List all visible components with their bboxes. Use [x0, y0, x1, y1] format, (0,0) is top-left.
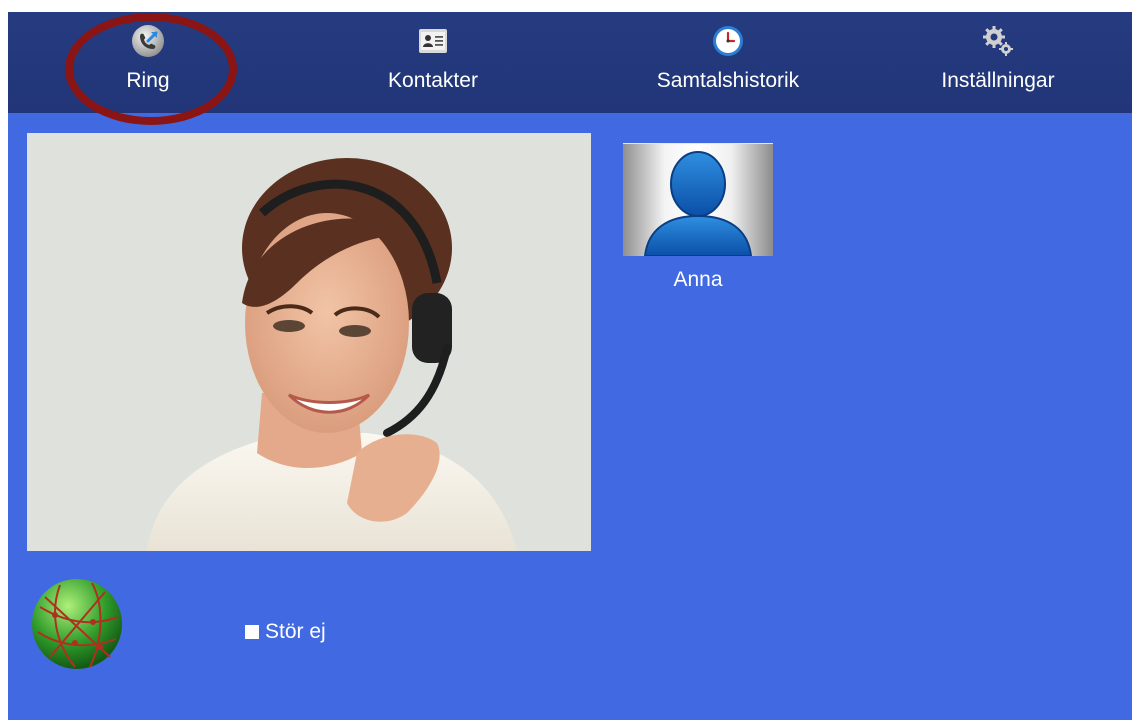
- app-window: Ring Kontakter Samtalshistorik Inställni…: [8, 12, 1132, 720]
- address-card-icon: [416, 24, 450, 58]
- contact-name: Anna: [673, 268, 723, 291]
- dnd-label: Stör ej: [265, 620, 326, 643]
- clock-icon: [711, 24, 745, 58]
- gears-icon: [981, 24, 1015, 58]
- nav-label-installningar: Inställningar: [941, 69, 1055, 92]
- nav-item-samtalshistorik[interactable]: Samtalshistorik: [628, 12, 828, 113]
- dnd-checkbox[interactable]: [245, 625, 259, 639]
- top-navigation-bar: Ring Kontakter Samtalshistorik Inställni…: [8, 12, 1132, 125]
- globe-icon: [30, 577, 124, 671]
- nav-item-kontakter[interactable]: Kontakter: [363, 12, 503, 113]
- nav-item-ring[interactable]: Ring: [88, 12, 208, 113]
- nav-label-ring: Ring: [126, 69, 170, 92]
- nav-label-samtalshistorik: Samtalshistorik: [656, 69, 800, 92]
- nav-label-kontakter: Kontakter: [388, 69, 478, 92]
- avatar: [623, 143, 773, 256]
- phone-call-icon: [131, 24, 165, 58]
- do-not-disturb-toggle[interactable]: Stör ej: [245, 620, 326, 644]
- contact-card-anna[interactable]: Anna: [623, 143, 773, 292]
- video-feed-woman-headset: [27, 133, 591, 551]
- video-feed: [27, 133, 591, 551]
- nav-item-installningar[interactable]: Inställningar: [918, 12, 1078, 113]
- person-silhouette-icon: [643, 151, 753, 256]
